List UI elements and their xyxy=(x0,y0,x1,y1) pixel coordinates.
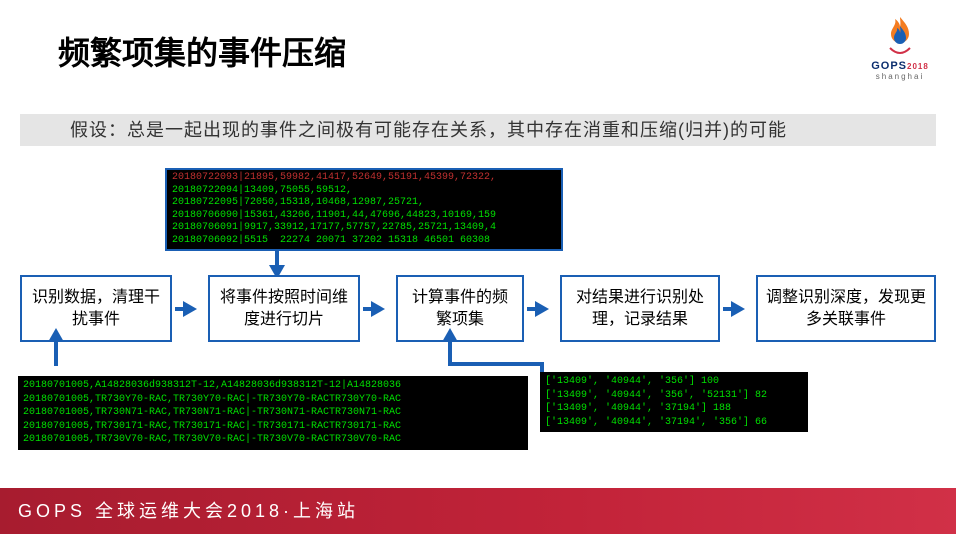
connector-line xyxy=(448,362,540,366)
step-frequent-itemset: 计算事件的频繁项集 xyxy=(396,275,524,342)
step-record-result: 对结果进行识别处理，记录结果 xyxy=(560,275,720,342)
terminal-raw-events: 20180722093|21895,59982,41417,52649,5519… xyxy=(165,168,563,251)
logo-city: shanghai xyxy=(870,72,930,81)
page-title: 频繁项集的事件压缩 xyxy=(58,28,346,74)
arrow-right-icon xyxy=(731,301,745,317)
terminal-itemset-results: ['13409', '40944', '356'] 100 ['13409', … xyxy=(540,372,808,432)
terminal-cleaned-events: 20180701005,A14828036d938312T-12,A148280… xyxy=(18,376,528,450)
arrow-up-icon xyxy=(442,328,458,342)
arrow-right-icon xyxy=(535,301,549,317)
flow-row: 识别数据，清理干扰事件 将事件按照时间维度进行切片 计算事件的频繁项集 对结果进… xyxy=(20,275,936,342)
flame-icon xyxy=(878,14,922,58)
step-time-slice: 将事件按照时间维度进行切片 xyxy=(208,275,360,342)
connector-line xyxy=(54,338,58,366)
gops-logo: GOPS2018 shanghai xyxy=(870,14,930,81)
hypothesis-bar: 假设：总是一起出现的事件之间极有可能存在关系，其中存在消重和压缩(归并)的可能 xyxy=(20,114,936,146)
arrow-right-icon xyxy=(371,301,385,317)
footer-bar: GOPS 全球运维大会2018·上海站 xyxy=(0,488,956,534)
arrow-right-icon xyxy=(183,301,197,317)
arrow-up-icon xyxy=(48,328,64,342)
step-adjust-depth: 调整识别深度，发现更多关联事件 xyxy=(756,275,936,342)
logo-brand: GOPS2018 xyxy=(870,60,930,72)
step-clean-data: 识别数据，清理干扰事件 xyxy=(20,275,172,342)
